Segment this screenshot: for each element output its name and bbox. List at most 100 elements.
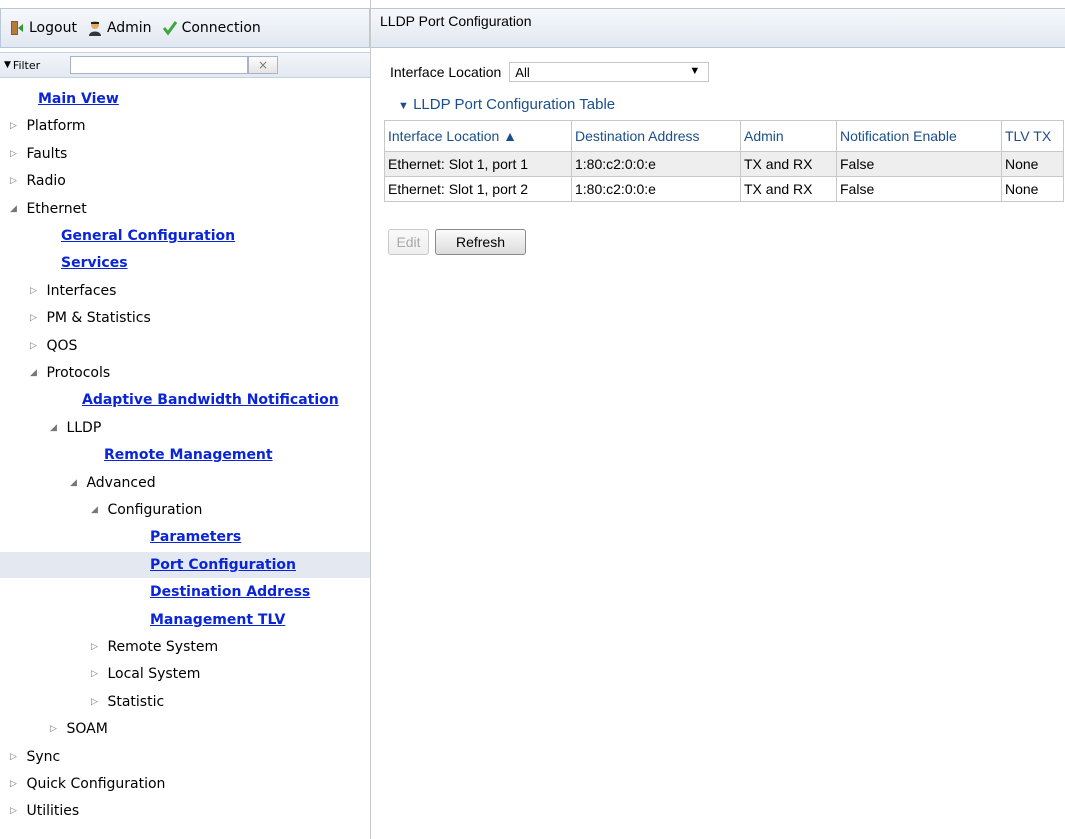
tree-item-label[interactable]: Management TLV bbox=[150, 612, 285, 628]
tree-item[interactable]: ◢ LLDP bbox=[0, 415, 370, 441]
collapsed-arrow-icon[interactable]: ▷ bbox=[10, 771, 22, 797]
chevron-down-icon: ▼ bbox=[689, 65, 701, 77]
triangle-down-icon: ▼ bbox=[398, 100, 409, 112]
expanded-arrow-icon[interactable]: ◢ bbox=[50, 415, 62, 441]
filter-bar: ▼ Filter × bbox=[0, 52, 370, 78]
tree-item-label[interactable]: Destination Address bbox=[150, 584, 310, 600]
table-cell: Ethernet: Slot 1, port 1 bbox=[384, 151, 572, 177]
tree-item-label: Quick Configuration bbox=[26, 776, 166, 792]
tree-item-label: Platform bbox=[26, 118, 86, 135]
expanded-arrow-icon[interactable]: ◢ bbox=[30, 360, 42, 386]
tree-item[interactable]: Remote Management bbox=[0, 442, 370, 468]
tree-item[interactable]: ◢ Advanced bbox=[0, 470, 370, 496]
tree-item-label[interactable]: General Configuration bbox=[61, 228, 235, 244]
collapsed-arrow-icon[interactable]: ▷ bbox=[30, 333, 42, 359]
tree-item[interactable]: Services bbox=[0, 250, 370, 276]
column-header[interactable]: Admin bbox=[740, 120, 837, 152]
tree-item-label: Statistic bbox=[107, 693, 165, 710]
table-cell: False bbox=[836, 151, 1002, 177]
expanded-arrow-icon[interactable]: ◢ bbox=[10, 196, 22, 222]
table-cell: TX and RX bbox=[740, 151, 837, 177]
tree-item[interactable]: ▷ SOAM bbox=[0, 716, 370, 742]
interface-location-filter: Interface Location All ▼ bbox=[390, 62, 710, 82]
tree-item-label: Protocols bbox=[46, 365, 111, 381]
collapsed-arrow-icon[interactable]: ▷ bbox=[10, 113, 22, 139]
collapsed-arrow-icon[interactable]: ▷ bbox=[50, 716, 62, 742]
tree-item[interactable]: Adaptive Bandwidth Notification bbox=[0, 387, 370, 413]
table-cell: TX and RX bbox=[740, 176, 837, 202]
tree-item-label: Faults bbox=[26, 145, 68, 162]
collapsed-arrow-icon[interactable]: ▷ bbox=[30, 278, 42, 304]
tree-item[interactable]: ▷ QOS bbox=[0, 333, 370, 359]
connection-status[interactable]: Connection bbox=[162, 20, 261, 36]
expanded-arrow-icon[interactable]: ◢ bbox=[91, 497, 103, 523]
logout-button[interactable]: Logout bbox=[9, 20, 77, 36]
tree-item[interactable]: Port Configuration bbox=[0, 551, 370, 578]
filter-input[interactable] bbox=[70, 56, 248, 74]
tree-item-label: PM & Statistics bbox=[46, 310, 151, 327]
collapsed-arrow-icon[interactable]: ▷ bbox=[10, 744, 22, 770]
tree-item[interactable]: ◢ Ethernet bbox=[0, 196, 370, 222]
tree-item[interactable]: ◢ Configuration bbox=[0, 497, 370, 523]
navigation-panel: Logout Admin Connection ▼ Filter × Main … bbox=[0, 0, 371, 839]
table-row[interactable]: Ethernet: Slot 1, port 1 1:80:c2:0:0:e TX … bbox=[384, 151, 1064, 177]
tree-item-label[interactable]: Remote Management bbox=[104, 447, 273, 463]
tree-item[interactable]: ▷ Quick Configuration bbox=[0, 771, 370, 797]
collapsed-arrow-icon[interactable]: ▷ bbox=[10, 168, 22, 194]
logout-icon bbox=[9, 20, 25, 36]
user-icon bbox=[87, 20, 103, 36]
filter-toggle[interactable]: ▼ Filter bbox=[4, 59, 70, 72]
collapsed-arrow-icon[interactable]: ▷ bbox=[91, 689, 103, 715]
collapsed-arrow-icon[interactable]: ▷ bbox=[10, 141, 22, 167]
collapsed-arrow-icon[interactable]: ▷ bbox=[91, 634, 103, 660]
tree-item[interactable]: Management TLV bbox=[0, 607, 370, 633]
checkmark-icon bbox=[162, 20, 178, 36]
tree-item-label: Interfaces bbox=[46, 282, 117, 299]
tree-item[interactable]: General Configuration bbox=[0, 223, 370, 249]
tree-item-label[interactable]: Main View bbox=[38, 91, 119, 107]
close-icon: × bbox=[257, 58, 269, 72]
tree-item-label: Radio bbox=[26, 173, 66, 190]
column-header[interactable]: Notification Enable bbox=[836, 120, 1002, 152]
column-header[interactable]: Destination Address bbox=[571, 120, 741, 152]
tree-item[interactable]: ▷ Local System bbox=[0, 661, 370, 687]
table-section-toggle[interactable]: ▼ LLDP Port Configuration Table bbox=[398, 96, 615, 113]
expanded-arrow-icon[interactable]: ◢ bbox=[70, 470, 82, 496]
tree-item-label[interactable]: Parameters bbox=[150, 529, 241, 545]
tree-item-label[interactable]: Adaptive Bandwidth Notification bbox=[82, 392, 339, 408]
tree-item[interactable]: ▷ Faults bbox=[0, 141, 370, 167]
tree-item[interactable]: ▷ Statistic bbox=[0, 689, 370, 715]
tree-item[interactable]: Main View bbox=[0, 86, 370, 112]
tree-item[interactable]: ▷ Remote System bbox=[0, 634, 370, 660]
edit-button[interactable]: Edit bbox=[388, 229, 429, 255]
tree-item-label[interactable]: Port Configuration bbox=[150, 557, 296, 573]
table-row[interactable]: Ethernet: Slot 1, port 2 1:80:c2:0:0:e TX … bbox=[384, 176, 1064, 202]
tree-item[interactable]: ▷ Platform bbox=[0, 113, 370, 139]
collapsed-arrow-icon[interactable]: ▷ bbox=[91, 661, 103, 687]
clear-filter-button[interactable]: × bbox=[248, 56, 278, 74]
collapsed-arrow-icon[interactable]: ▷ bbox=[30, 305, 42, 331]
admin-user-button[interactable]: Admin bbox=[87, 20, 152, 36]
tree-item[interactable]: ▷ Interfaces bbox=[0, 278, 370, 304]
tree-item[interactable]: ▷ Radio bbox=[0, 168, 370, 194]
tree-item-label[interactable]: Services bbox=[61, 255, 128, 271]
collapsed-arrow-icon[interactable]: ▷ bbox=[10, 798, 22, 824]
lldp-port-table: Interface Location ▲ Destination Address A… bbox=[384, 120, 1064, 202]
tree-item[interactable]: ▷ PM & Statistics bbox=[0, 305, 370, 331]
tree-item[interactable]: Parameters bbox=[0, 524, 370, 550]
session-toolbar: Logout Admin Connection bbox=[0, 8, 370, 48]
column-header[interactable]: Interface Location ▲ bbox=[384, 120, 572, 152]
interface-location-select[interactable]: All ▼ bbox=[509, 62, 710, 82]
tree-item[interactable]: ▷ Utilities bbox=[0, 798, 370, 824]
page-title: LLDP Port Configuration bbox=[371, 8, 1065, 48]
table-cell: None bbox=[1001, 176, 1064, 202]
tree-item[interactable]: Destination Address bbox=[0, 579, 370, 605]
tree-item[interactable]: ▷ Sync bbox=[0, 744, 370, 770]
interface-location-label: Interface Location bbox=[390, 64, 502, 80]
column-header[interactable]: TLV TX bbox=[1001, 120, 1064, 152]
tree-item-label: Configuration bbox=[107, 502, 203, 518]
refresh-button[interactable]: Refresh bbox=[435, 229, 526, 255]
table-cell: Ethernet: Slot 1, port 2 bbox=[384, 176, 572, 202]
connection-label: Connection bbox=[181, 20, 261, 36]
tree-item[interactable]: ◢ Protocols bbox=[0, 360, 370, 386]
